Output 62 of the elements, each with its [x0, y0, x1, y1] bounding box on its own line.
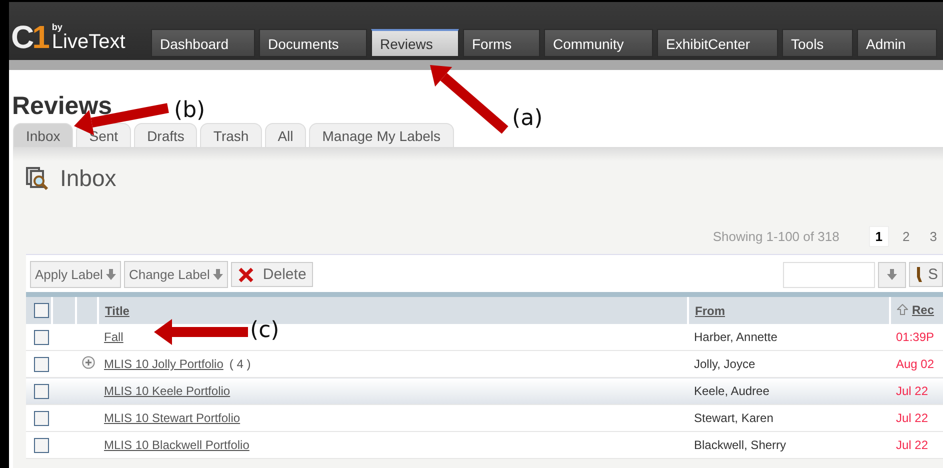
- tab[interactable]: Manage My Labels: [309, 123, 454, 147]
- paging-summary: Showing 1-100 of 318: [712, 228, 840, 244]
- nav-tab[interactable]: Tools: [782, 29, 853, 57]
- annotation-label: (b): [174, 98, 206, 123]
- tab[interactable]: All: [264, 123, 306, 147]
- down-arrow-icon: [212, 269, 223, 280]
- down-arrow-icon: [106, 269, 116, 280]
- close-icon: [238, 266, 254, 282]
- sender-name: Blackwell, Sherry: [694, 438, 786, 452]
- sender-name: Jolly, Joyce: [694, 357, 756, 371]
- page-link[interactable]: 2: [896, 226, 916, 246]
- column-header[interactable]: Title: [105, 304, 130, 318]
- review-title-link[interactable]: MLIS 10 Stewart Portfolio: [104, 411, 240, 425]
- up-arrow-icon: [897, 304, 908, 316]
- sender-name: Harber, Annette: [694, 330, 778, 344]
- down-arrow-icon: [886, 269, 897, 280]
- sender-name: Stewart, Karen: [694, 411, 774, 425]
- row-checkbox[interactable]: [34, 356, 49, 372]
- nav-tab[interactable]: Forms: [463, 29, 540, 57]
- row-checkbox[interactable]: [34, 410, 49, 426]
- select-all-checkbox[interactable]: [34, 303, 49, 318]
- nav-tab[interactable]: ExhibitCenter: [657, 29, 778, 57]
- tab[interactable]: Drafts: [134, 123, 198, 147]
- nav-tab[interactable]: Documents: [259, 29, 367, 57]
- received-date: Aug 02: [896, 357, 934, 371]
- annotation-label: (c): [250, 318, 280, 343]
- column-header[interactable]: From: [695, 304, 725, 318]
- page-title: Reviews: [12, 92, 112, 121]
- delete-button[interactable]: Delete: [230, 262, 314, 287]
- expand-icon[interactable]: [82, 356, 95, 369]
- dropdown-button[interactable]: [878, 262, 906, 288]
- sender-name: Keele, Audree: [694, 384, 770, 398]
- received-date: Jul 22: [896, 438, 928, 452]
- nav-tab[interactable]: Community: [544, 29, 653, 57]
- row-checkbox[interactable]: [34, 438, 49, 452]
- nav-tab[interactable]: Reviews: [371, 29, 459, 57]
- search-documents-icon: [26, 166, 50, 190]
- review-title-link[interactable]: Fall: [104, 330, 124, 344]
- page-link[interactable]: 1: [869, 226, 889, 246]
- label-menu-button[interactable]: Change Label: [124, 261, 228, 288]
- review-title-link[interactable]: MLIS 10 Jolly Portfolio: [104, 357, 224, 371]
- annotation-label: (a): [512, 106, 543, 131]
- tab[interactable]: Inbox: [13, 123, 74, 147]
- nav-tab[interactable]: Admin: [857, 29, 937, 57]
- logo-mark: C1: [11, 22, 48, 52]
- review-title-link[interactable]: MLIS 10 Blackwell Portfolio: [104, 438, 250, 452]
- tab[interactable]: Trash: [200, 123, 262, 147]
- received-date: Jul 22: [896, 384, 928, 398]
- search-field[interactable]: [782, 262, 875, 288]
- review-title-link[interactable]: MLIS 10 Keele Portfolio: [104, 384, 230, 398]
- label-menu-button[interactable]: Apply Label: [30, 261, 121, 288]
- page-link[interactable]: 3: [924, 226, 943, 246]
- row-checkbox[interactable]: [34, 330, 49, 344]
- logo-by: by: [52, 22, 64, 32]
- nav-tab[interactable]: Dashboard: [151, 29, 255, 57]
- panel-title: Inbox: [60, 165, 116, 192]
- search-button[interactable]: S: [908, 262, 943, 287]
- logo-name: LiveText: [52, 32, 126, 52]
- received-date: 01:39P: [896, 330, 934, 344]
- received-date: Jul 22: [896, 411, 928, 425]
- row-checkbox[interactable]: [34, 384, 49, 398]
- item-count: ( 4 ): [229, 357, 251, 371]
